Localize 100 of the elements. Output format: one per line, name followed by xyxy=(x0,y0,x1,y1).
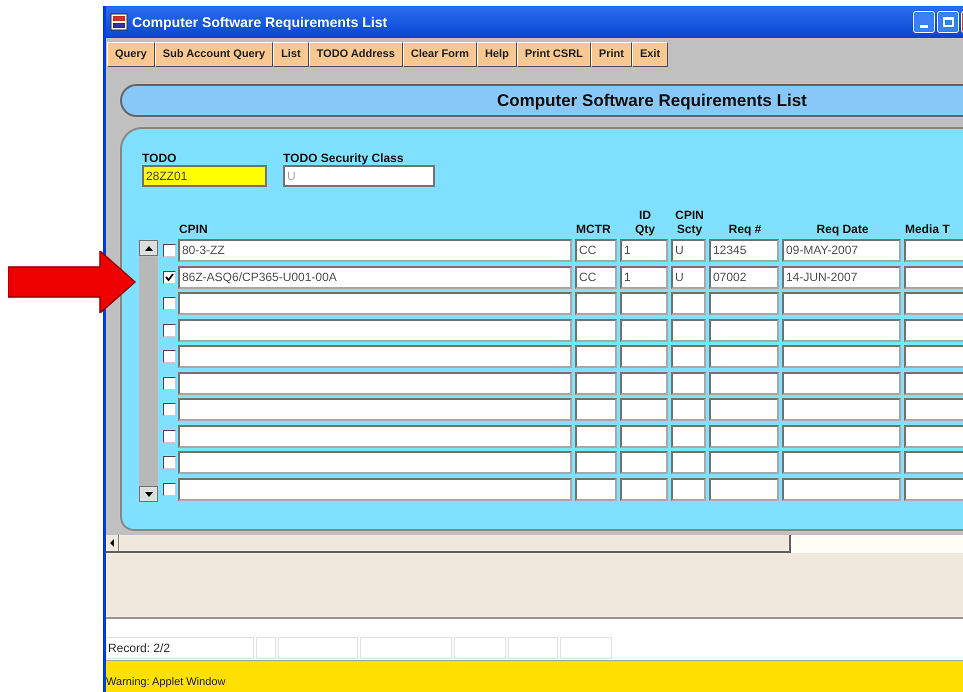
maximize-button[interactable] xyxy=(937,11,959,33)
table-cell[interactable] xyxy=(904,398,963,421)
minimize-button[interactable] xyxy=(913,11,935,33)
scroll-up-button[interactable] xyxy=(139,240,158,256)
table-cell[interactable] xyxy=(620,318,668,342)
table-cell[interactable] xyxy=(178,424,572,448)
table-cell[interactable] xyxy=(178,372,572,394)
toolbar-button[interactable]: List xyxy=(273,42,309,66)
table-cell[interactable] xyxy=(671,292,706,315)
vertical-scrollbar[interactable] xyxy=(139,240,158,502)
status-field xyxy=(508,637,558,659)
table-cell[interactable] xyxy=(178,345,572,368)
table-cell[interactable] xyxy=(782,478,901,500)
table-cell[interactable] xyxy=(709,372,779,394)
toolbar-button[interactable]: Sub Account Query xyxy=(154,42,274,66)
table-cell[interactable] xyxy=(671,345,706,368)
table-cell[interactable]: 14-JUN-2007 xyxy=(782,266,901,288)
table-cell[interactable] xyxy=(904,478,963,500)
table-cell[interactable] xyxy=(709,318,779,342)
table-cell[interactable]: 09-MAY-2007 xyxy=(782,239,901,262)
table-cell[interactable] xyxy=(620,372,668,394)
table-cell[interactable] xyxy=(782,424,901,448)
table-cell[interactable]: 86Z-ASQ6/CP365-U001-00A xyxy=(178,266,572,288)
table-cell[interactable] xyxy=(178,451,572,474)
table-cell[interactable] xyxy=(782,398,901,421)
row-checkbox[interactable] xyxy=(163,376,176,390)
table-cell[interactable]: 1 xyxy=(620,239,668,262)
table-cell[interactable] xyxy=(620,478,668,500)
table-cell[interactable]: U xyxy=(671,266,706,288)
table-cell[interactable]: CC xyxy=(575,239,617,262)
table-cell[interactable] xyxy=(671,372,706,394)
toolbar-button[interactable]: Help xyxy=(476,42,517,66)
table-cell[interactable]: CC xyxy=(575,266,617,288)
field-label: TODO Security Class xyxy=(283,151,404,165)
table-cell[interactable] xyxy=(782,345,901,368)
row-checkbox[interactable] xyxy=(163,244,176,257)
table-cell[interactable] xyxy=(620,451,668,474)
table-cell[interactable]: 1 xyxy=(620,266,668,288)
toolbar-button[interactable]: Print xyxy=(590,42,632,66)
table-cell[interactable] xyxy=(575,424,617,448)
row-checkbox[interactable] xyxy=(163,482,176,496)
toolbar-button[interactable]: TODO Address xyxy=(308,42,403,66)
table-cell[interactable] xyxy=(671,424,706,448)
table-cell[interactable] xyxy=(575,398,617,421)
table-cell[interactable] xyxy=(904,266,963,288)
table-cell[interactable] xyxy=(620,424,668,448)
table-cell[interactable] xyxy=(904,424,963,448)
table-cell[interactable] xyxy=(904,372,963,394)
table-cell[interactable] xyxy=(709,451,779,474)
table-cell[interactable] xyxy=(575,292,617,315)
table-cell[interactable] xyxy=(782,292,901,315)
table-cell[interactable] xyxy=(620,398,668,421)
toolbar-button[interactable]: Exit xyxy=(632,42,668,66)
table-cell[interactable] xyxy=(671,478,706,500)
table-cell[interactable] xyxy=(178,292,572,315)
row-checkbox[interactable] xyxy=(163,403,176,416)
table-cell[interactable] xyxy=(620,292,668,315)
row-checkbox[interactable] xyxy=(163,456,176,469)
app-icon xyxy=(110,13,128,31)
table-cell[interactable] xyxy=(575,478,617,500)
table-cell[interactable] xyxy=(620,345,668,368)
todo-field[interactable]: 28ZZ01 xyxy=(142,165,267,187)
table-cell[interactable] xyxy=(709,292,779,315)
table-cell[interactable] xyxy=(575,345,617,368)
table-cell[interactable]: U xyxy=(671,239,706,262)
table-cell[interactable] xyxy=(782,451,901,474)
column-header: Media T xyxy=(905,222,951,237)
table-cell[interactable] xyxy=(782,318,901,342)
table-cell[interactable]: 80-3-ZZ xyxy=(178,239,572,262)
table-cell[interactable] xyxy=(709,398,779,421)
table-cell[interactable] xyxy=(904,318,963,342)
table-cell[interactable] xyxy=(575,372,617,394)
toolbar-button[interactable]: Print CSRL xyxy=(516,42,591,66)
row-checkbox[interactable] xyxy=(163,270,176,284)
table-cell[interactable] xyxy=(575,451,617,474)
table-cell[interactable]: 07002 xyxy=(709,266,779,288)
horizontal-scrollbar[interactable] xyxy=(106,535,791,553)
row-checkbox[interactable] xyxy=(163,430,176,442)
row-checkbox[interactable] xyxy=(163,297,176,310)
table-cell[interactable] xyxy=(904,451,963,474)
table-cell[interactable] xyxy=(709,478,779,500)
table-cell[interactable]: 12345 xyxy=(709,239,779,262)
table-cell[interactable] xyxy=(904,345,963,368)
table-cell[interactable] xyxy=(178,478,572,500)
table-cell[interactable] xyxy=(575,318,617,342)
table-cell[interactable] xyxy=(904,239,963,262)
table-cell[interactable] xyxy=(782,372,901,394)
table-cell[interactable] xyxy=(709,345,779,368)
row-checkbox[interactable] xyxy=(163,350,176,363)
table-cell[interactable] xyxy=(178,398,572,421)
table-cell[interactable] xyxy=(178,318,572,342)
table-cell[interactable] xyxy=(671,451,706,474)
table-cell[interactable] xyxy=(671,318,706,342)
table-cell[interactable] xyxy=(709,424,779,448)
row-checkbox[interactable] xyxy=(163,324,176,336)
toolbar-button[interactable]: Clear Form xyxy=(402,42,477,66)
table-cell[interactable] xyxy=(904,292,963,315)
toolbar-button[interactable]: Query xyxy=(107,42,155,66)
table-cell[interactable] xyxy=(671,398,706,421)
scroll-down-button[interactable] xyxy=(139,486,158,502)
